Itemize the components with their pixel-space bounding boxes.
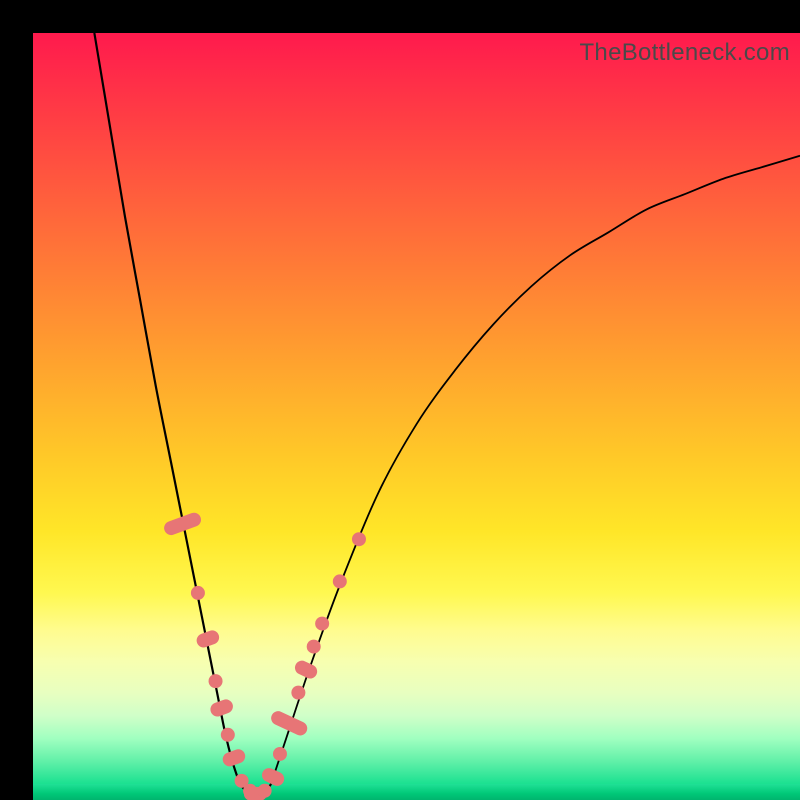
data-point [221,728,235,742]
curve-right-branch [271,156,800,785]
data-point [333,574,347,588]
curves-svg [33,33,800,800]
data-point [191,586,205,600]
curve-group [94,33,800,796]
data-segment [269,709,310,738]
data-segment [208,697,234,718]
data-point [258,784,272,798]
curve-left-branch [94,33,240,785]
data-point [291,686,305,700]
data-point [352,532,366,546]
marker-group [162,511,366,800]
data-point [307,640,321,654]
data-point [315,617,329,631]
watermark-text: TheBottleneck.com [579,39,790,67]
data-segment [221,747,247,768]
plot-area: TheBottleneck.com [33,33,800,800]
chart-frame: TheBottleneck.com [0,0,800,800]
data-segment [195,628,221,649]
data-point [209,674,223,688]
data-point [273,747,287,761]
